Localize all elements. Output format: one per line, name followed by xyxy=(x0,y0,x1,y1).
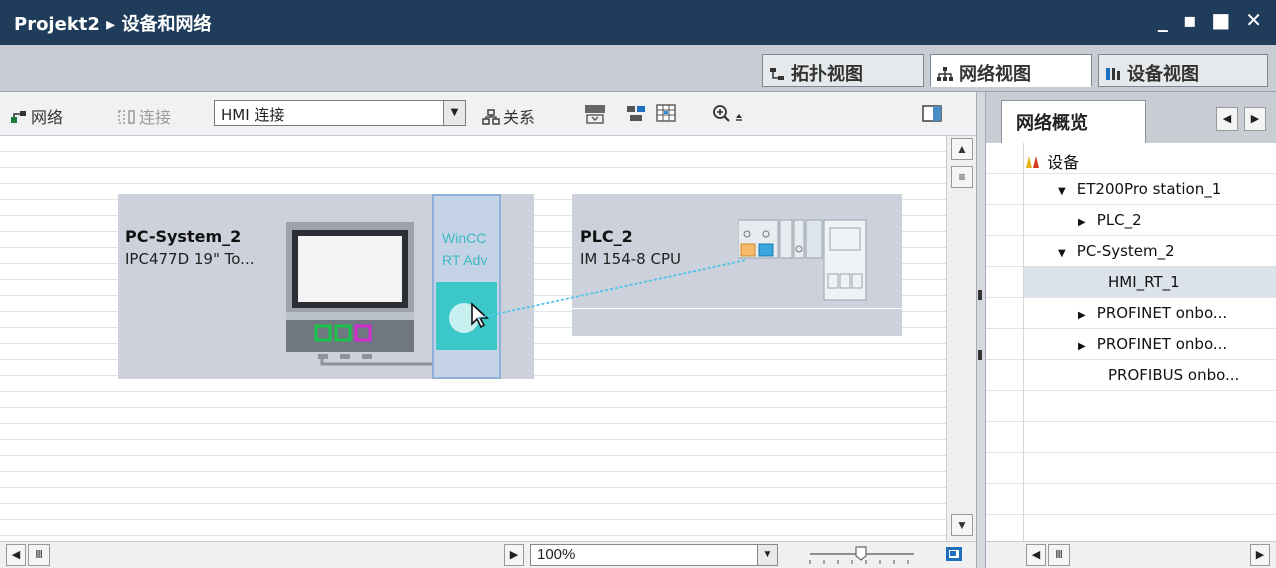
tab-scroll-left-button[interactable]: ◀ xyxy=(1216,107,1238,131)
tree-item-profibus[interactable]: PROFIBUS onbo... xyxy=(1024,360,1276,391)
tree-header-label: 设备 xyxy=(1047,153,1080,172)
tree-item-label: PC-System_2 xyxy=(1076,242,1175,260)
network-mode-icon xyxy=(11,111,26,123)
zoom-in-icon[interactable] xyxy=(712,104,746,124)
tree-item-pc-system[interactable]: ▼ PC-System_2 xyxy=(1024,236,1276,267)
network-view-icon xyxy=(937,67,953,81)
plc-station-name: PLC_2 xyxy=(580,227,633,246)
connect-button-label: 连接 xyxy=(139,108,172,127)
tree-item-label: PROFINET onbo... xyxy=(1096,304,1228,322)
tree-item-et200pro[interactable]: ▼ ET200Pro station_1 xyxy=(1024,174,1276,205)
scroll-right-button[interactable]: ▶ xyxy=(504,544,524,566)
tab-topology-view[interactable]: 拓扑视图 xyxy=(762,54,924,87)
canvas-bottom-bar: ◀ Ⅲ ▶ 100% ▼ xyxy=(0,541,976,568)
network-overview-panel: 网络概览 ◀ ▶ 设备 ▼ ET200Pro station_1 ▶ PLC_2… xyxy=(986,92,1276,568)
tab-scroll-right-button[interactable]: ▶ xyxy=(1244,107,1266,131)
tree-item-label: ET200Pro station_1 xyxy=(1076,180,1222,198)
connect-mode-icon xyxy=(118,110,135,124)
panel-bottom-scrollbar[interactable]: ◀ Ⅲ ▶ xyxy=(986,541,1276,568)
chevron-down-icon[interactable]: ▼ xyxy=(443,101,465,125)
tree-item-label: HMI_RT_1 xyxy=(1108,273,1180,291)
assign-name-icon[interactable] xyxy=(584,104,606,124)
tab-device-view[interactable]: 设备视图 xyxy=(1098,54,1268,87)
connection-type-select[interactable]: HMI 连接 ▼ xyxy=(214,100,466,126)
window-title: Projekt2 ▸ 设备和网络 xyxy=(14,14,212,35)
devices-icon xyxy=(1026,156,1039,168)
ipc-device-icon[interactable] xyxy=(286,222,414,352)
connect-button[interactable]: 连接 xyxy=(118,104,171,128)
device-view-icon xyxy=(1106,68,1120,80)
tree-header: 设备 xyxy=(1024,143,1276,174)
expand-arrow-icon[interactable]: ▶ xyxy=(1078,341,1092,352)
tree-gutter xyxy=(986,143,1024,541)
editor-toolbar: 网络 连接 HMI 连接 ▼ 关系 xyxy=(0,92,976,136)
tab-network-view[interactable]: 网络视图 xyxy=(930,54,1092,87)
collapse-arrow-icon[interactable]: ▼ xyxy=(1058,186,1072,197)
panel-splitter[interactable] xyxy=(976,92,986,568)
table-view-icon[interactable] xyxy=(656,104,678,124)
topology-view-icon xyxy=(770,68,784,80)
tree-item-plc2[interactable]: ▶ PLC_2 xyxy=(1024,205,1276,236)
network-button-label: 网络 xyxy=(31,108,64,127)
tree-item-label: PROFINET onbo... xyxy=(1096,335,1228,353)
tree-item-label: PROFIBUS onbo... xyxy=(1108,366,1240,384)
wincc-label: WinCC xyxy=(442,230,487,246)
chevron-down-icon[interactable]: ▼ xyxy=(757,545,777,565)
scroll-left-button[interactable]: ◀ xyxy=(6,544,26,566)
tree-item-profinet-2[interactable]: ▶ PROFINET onbo... xyxy=(1024,329,1276,360)
relations-icon xyxy=(482,109,500,125)
zoom-value: 100% xyxy=(537,546,576,563)
tree-item-profinet-1[interactable]: ▶ PROFINET onbo... xyxy=(1024,298,1276,329)
panel-scroll-thumb[interactable]: Ⅲ xyxy=(1048,544,1070,566)
relations-button-label: 关系 xyxy=(503,108,536,127)
pc-station-name: PC-System_2 xyxy=(125,227,242,246)
panel-scroll-left-button[interactable]: ◀ xyxy=(1026,544,1046,566)
panel-scroll-right-button[interactable]: ▶ xyxy=(1250,544,1270,566)
relations-button[interactable]: 关系 xyxy=(482,104,535,128)
device-tree: 设备 ▼ ET200Pro station_1 ▶ PLC_2 ▼ PC-Sys… xyxy=(986,143,1276,541)
window-controls[interactable]: _ ▪ ■ ✕ xyxy=(1158,8,1266,32)
expand-arrow-icon[interactable]: ▶ xyxy=(1078,310,1092,321)
zoom-slider[interactable] xyxy=(806,544,918,566)
tab-network-overview[interactable]: 网络概览 xyxy=(1001,100,1146,143)
overview-tab-row: 网络概览 ◀ ▶ xyxy=(986,92,1276,143)
scroll-down-button[interactable]: ▼ xyxy=(951,514,973,536)
tab-device-label: 设备视图 xyxy=(1127,64,1199,85)
network-button[interactable]: 网络 xyxy=(10,104,63,128)
splitter-grip-bottom xyxy=(978,350,982,360)
overview-navigation-icon[interactable] xyxy=(944,544,966,566)
plc-device-icon[interactable] xyxy=(738,216,868,304)
connection-type-value: HMI 连接 xyxy=(221,106,285,124)
zoom-select[interactable]: 100% ▼ xyxy=(530,544,778,566)
collapse-arrow-icon[interactable]: ▼ xyxy=(1058,248,1072,259)
panel-toggle-icon[interactable] xyxy=(922,104,944,124)
tab-network-label: 网络视图 xyxy=(959,64,1031,85)
splitter-grip-top xyxy=(978,290,982,300)
tab-topology-label: 拓扑视图 xyxy=(791,64,863,85)
network-overview-icon[interactable] xyxy=(626,104,648,124)
canvas-vertical-scrollbar[interactable]: ▲ ≡ ▼ xyxy=(946,136,976,541)
scroll-up-button[interactable]: ▲ xyxy=(951,138,973,160)
tree-item-label: PLC_2 xyxy=(1096,211,1142,229)
tree-item-hmi-rt[interactable]: HMI_RT_1 xyxy=(1024,267,1276,298)
title-bar: Projekt2 ▸ 设备和网络 _ ▪ ■ ✕ xyxy=(0,0,1276,45)
view-tab-row: 拓扑视图 网络视图 设备视图 xyxy=(0,45,1276,92)
hmi-connection-line[interactable] xyxy=(470,254,750,324)
horizontal-scroll-thumb[interactable]: Ⅲ xyxy=(28,544,50,566)
expand-arrow-icon[interactable]: ▶ xyxy=(1078,217,1092,228)
network-view-canvas[interactable]: PC-System_2 IPC477D 19" To... WinCC RT A… xyxy=(0,136,946,541)
pc-station-type: IPC477D 19" To... xyxy=(125,250,255,268)
scroll-thumb[interactable]: ≡ xyxy=(951,166,973,188)
